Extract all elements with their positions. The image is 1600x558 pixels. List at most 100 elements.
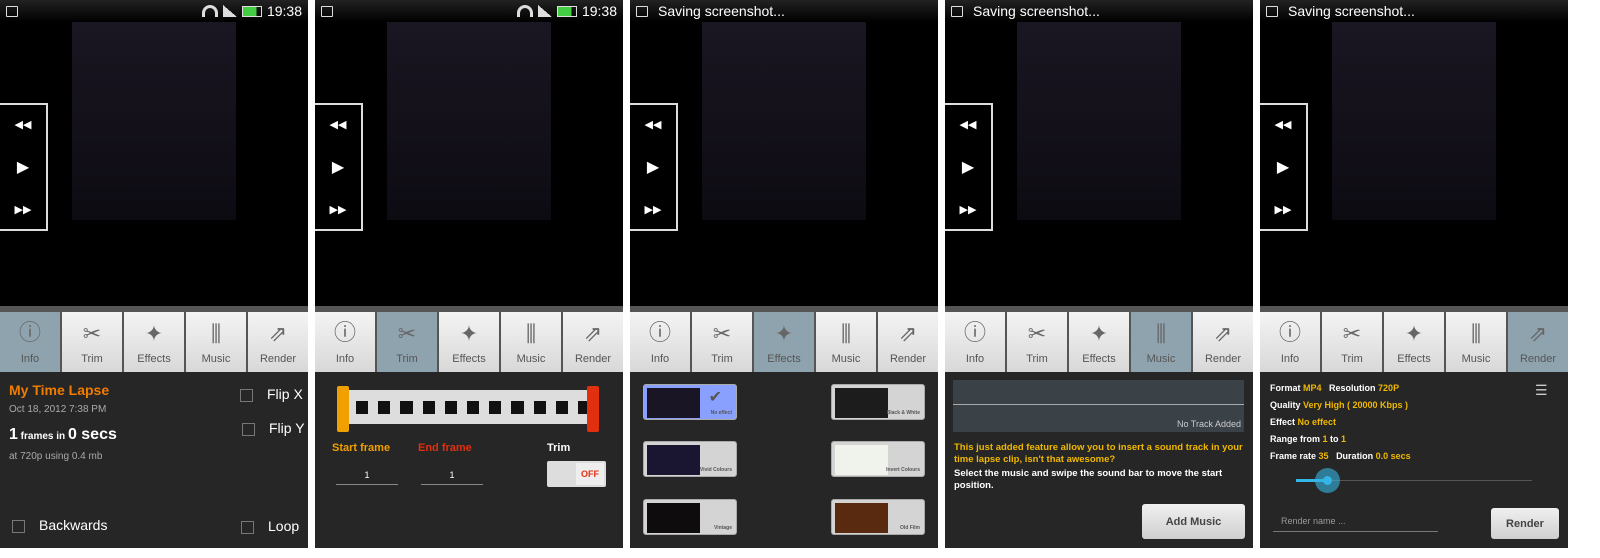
tab-render[interactable]: ⇗ Render [563,312,623,372]
effect-option[interactable]: Old Film [831,499,925,535]
tab-music[interactable]: ⫼ Music [1446,312,1506,372]
effect-option[interactable]: Vivid Colours [643,441,737,477]
tab-label: Trim [396,353,418,365]
tab-music[interactable]: ⫼ Music [186,312,246,372]
play-button[interactable]: ▶ [647,157,659,177]
start-handle[interactable] [337,386,349,432]
render-button[interactable]: Render [1491,508,1559,539]
backwards-checkbox[interactable]: Backwards [12,517,107,533]
play-button[interactable]: ▶ [1277,157,1289,177]
tab-effects[interactable]: ✦ Effects [1384,312,1444,372]
trim-content: Start frame End frame Trim 1 1 OFF [315,372,623,548]
tab-label: Render [574,353,612,365]
tab-label: Effects [767,353,801,365]
tab-render[interactable]: ⇗ Render [878,312,938,372]
info-icon: ⓘ [333,320,356,345]
forward-button[interactable]: ▶▶ [15,203,32,216]
tab-label: Music [516,353,546,365]
signal-icon [222,5,237,17]
forward-button[interactable]: ▶▶ [330,203,347,216]
screen-3: Saving screenshot... ◀◀ ▶ ▶▶ ⓘ Info ✂ Trim ✦ Ef… [630,0,938,548]
rewind-button[interactable]: ◀◀ [15,118,32,131]
tab-render[interactable]: ⇗ Render [1193,312,1253,372]
effect-option[interactable]: Invert Colours [831,441,925,477]
tab-label: Info [335,353,355,365]
rewind-button[interactable]: ◀◀ [645,118,662,131]
tab-render[interactable]: ⇗ Render [248,312,308,372]
start-frame-input[interactable]: 1 [336,470,398,485]
add-music-button[interactable]: Add Music [1142,504,1245,539]
tab-bar: ⓘ Info ✂ Trim ✦ Effects ⫼ Music ⇗ Render [630,312,938,372]
status-bar: Saving screenshot... [630,0,938,22]
render-settings: Format MP4 Resolution 720P Quality Very … [1270,383,1411,461]
slider-thumb[interactable] [1314,468,1340,493]
play-button[interactable]: ▶ [332,157,344,177]
tab-info[interactable]: ⓘ Info [315,312,375,372]
status-notification: Saving screenshot... [973,3,1100,19]
effect-option[interactable]: Black & White [831,384,925,420]
signal-icon [537,5,552,17]
music-icon: ⫼ [210,321,222,346]
render-icon: ⇗ [1528,321,1548,346]
play-button[interactable]: ▶ [17,157,29,177]
tab-effects[interactable]: ✦ Effects [754,312,814,372]
tab-effects[interactable]: ✦ Effects [1069,312,1129,372]
rewind-button[interactable]: ◀◀ [1275,118,1292,131]
end-handle[interactable] [587,386,599,432]
image-icon [1266,5,1278,17]
rewind-button[interactable]: ◀◀ [330,118,347,131]
tab-label: Music [201,353,231,365]
check-icon: ✔ [708,389,722,406]
tab-music[interactable]: ⫼ Music [816,312,876,372]
flip-y-checkbox[interactable]: Flip Y [242,420,305,436]
video-preview [387,22,551,220]
forward-button[interactable]: ▶▶ [960,203,977,216]
rewind-button[interactable]: ◀◀ [960,118,977,131]
tab-trim[interactable]: ✂ Trim [1322,312,1382,372]
play-button[interactable]: ▶ [962,157,974,177]
tab-info[interactable]: ⓘ Info [945,312,1005,372]
menu-icon[interactable]: ☰ [1535,382,1548,399]
player-controls: ◀◀ ▶ ▶▶ [1260,103,1308,231]
tab-effects[interactable]: ✦ Effects [439,312,499,372]
image-icon [321,5,333,17]
render-name-input[interactable]: Render name ... [1273,516,1438,532]
tab-render[interactable]: ⇗ Render [1508,312,1568,372]
forward-button[interactable]: ▶▶ [645,203,662,216]
image-icon [636,5,648,17]
track-status: No Track Added [1176,419,1241,429]
render-icon: ⇗ [583,321,603,346]
flip-x-checkbox[interactable]: Flip X [240,386,303,402]
effects-content: ✔ No effect Black & White Vivid Colours Inve… [630,372,938,548]
trim-toggle[interactable]: OFF [547,461,606,487]
music-icon: ⫼ [840,321,852,346]
tab-music[interactable]: ⫼ Music [1131,312,1191,372]
tab-label: Info [650,353,670,365]
tab-trim[interactable]: ✂ Trim [692,312,752,372]
tab-info[interactable]: ⓘ Info [0,312,60,372]
tab-music[interactable]: ⫼ Music [501,312,561,372]
video-preview [1017,22,1181,220]
tab-info[interactable]: ⓘ Info [1260,312,1320,372]
tab-effects[interactable]: ✦ Effects [124,312,184,372]
player-controls: ◀◀ ▶ ▶▶ [315,103,363,231]
music-icon: ⫼ [1470,321,1482,346]
frames-label: frames in [17,431,68,442]
tab-info[interactable]: ⓘ Info [630,312,690,372]
effect-option[interactable]: ✔ No effect [643,384,737,420]
music-instructions: Select the music and swipe the sound bar… [954,468,1223,491]
effect-option[interactable]: Vintage [643,499,737,535]
tab-label: Render [889,353,927,365]
tab-trim[interactable]: ✂ Trim [62,312,122,372]
forward-button[interactable]: ▶▶ [1275,203,1292,216]
resolution-info: at 720p using 0.4 mb [9,451,103,462]
status-bar: 19:38 [315,0,623,22]
tab-trim[interactable]: ✂ Trim [1007,312,1067,372]
music-icon: ⫼ [525,321,537,346]
sound-bar[interactable]: No Track Added [953,380,1244,432]
frame-strip[interactable] [343,390,595,424]
end-frame-input[interactable]: 1 [421,470,483,485]
loop-checkbox[interactable]: Loop [241,518,299,534]
tab-trim[interactable]: ✂ Trim [377,312,437,372]
effects-icon: ✦ [1089,321,1109,346]
